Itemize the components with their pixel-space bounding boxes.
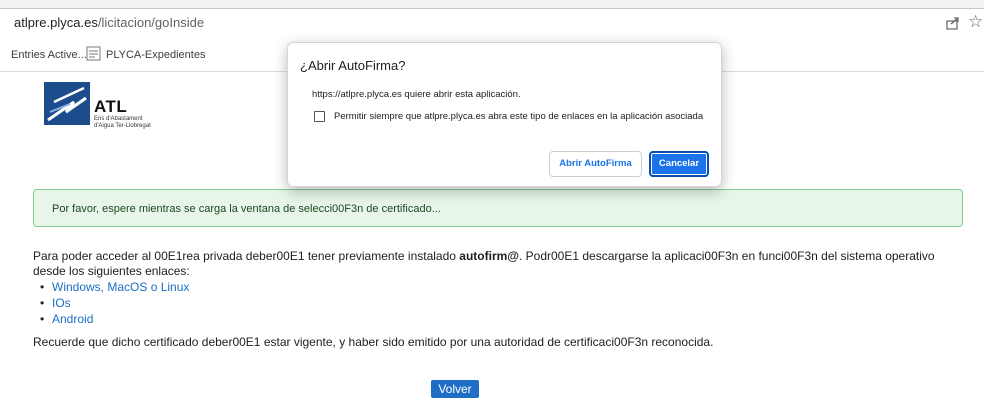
list-item: Android [40, 311, 189, 327]
url-path: /licitacion/goInside [97, 15, 205, 30]
logo-subtitle-2: d'Aigua Ter-Llobregat [94, 123, 151, 129]
browser-tab-strip [0, 0, 984, 8]
loading-alert: Por favor, espere mientras se carga la v… [33, 189, 963, 227]
star-icon[interactable]: ☆ [968, 12, 983, 32]
dialog-message: https://atlpre.plyca.es quiere abrir est… [312, 89, 521, 100]
dialog-title: ¿Abrir AutoFirma? [300, 58, 406, 73]
list-item: IOs [40, 295, 189, 311]
cancel-button[interactable]: Cancelar [649, 151, 709, 177]
bookmark-plyca-expedientes[interactable]: PLYCA-Expedientes [106, 49, 205, 61]
open-app-dialog: ¿Abrir AutoFirma? https://atlpre.plyca.e… [287, 42, 722, 187]
list-item: Windows, MacOS o Linux [40, 279, 189, 295]
link-android[interactable]: Android [52, 312, 93, 326]
share-icon[interactable] [945, 15, 961, 31]
open-autofirma-button[interactable]: Abrir AutoFirma [549, 151, 642, 177]
volver-button[interactable]: Volver [431, 380, 479, 398]
bookmark-page-icon [86, 46, 101, 61]
certificate-note: Recuerde que dicho certificado deber00E1… [33, 335, 714, 349]
atl-logo-graphic [47, 86, 87, 122]
download-links-list: Windows, MacOS o Linux IOs Android [40, 279, 189, 327]
alert-text: Por favor, espere mientras se carga la v… [52, 203, 441, 215]
link-ios[interactable]: IOs [52, 296, 71, 310]
url-text[interactable]: atlpre.plyca.es/licitacion/goInside [14, 15, 204, 30]
address-bar[interactable]: atlpre.plyca.es/licitacion/goInside ☆ [0, 8, 984, 38]
instructions-text-1: Para poder acceder al 00E1rea privada de… [33, 249, 460, 263]
atl-logo: ATL Ens d'Abastament d'Aigua Ter-Llobreg… [44, 82, 184, 132]
always-allow-checkbox[interactable] [314, 111, 325, 122]
url-host: atlpre.plyca.es [14, 15, 98, 30]
install-instructions: Para poder acceder al 00E1rea privada de… [33, 249, 953, 279]
logo-title: ATL [94, 97, 128, 116]
autofirma-name: autofirm@ [459, 249, 519, 263]
always-allow-label[interactable]: Permitir siempre que atlpre.plyca.es abr… [334, 111, 703, 122]
logo-subtitle-1: Ens d'Abastament [94, 116, 143, 122]
atl-logo-mark [44, 82, 90, 125]
link-windows-macos-linux[interactable]: Windows, MacOS o Linux [52, 280, 189, 294]
bookmark-entries-active[interactable]: Entries Active... [11, 49, 87, 61]
